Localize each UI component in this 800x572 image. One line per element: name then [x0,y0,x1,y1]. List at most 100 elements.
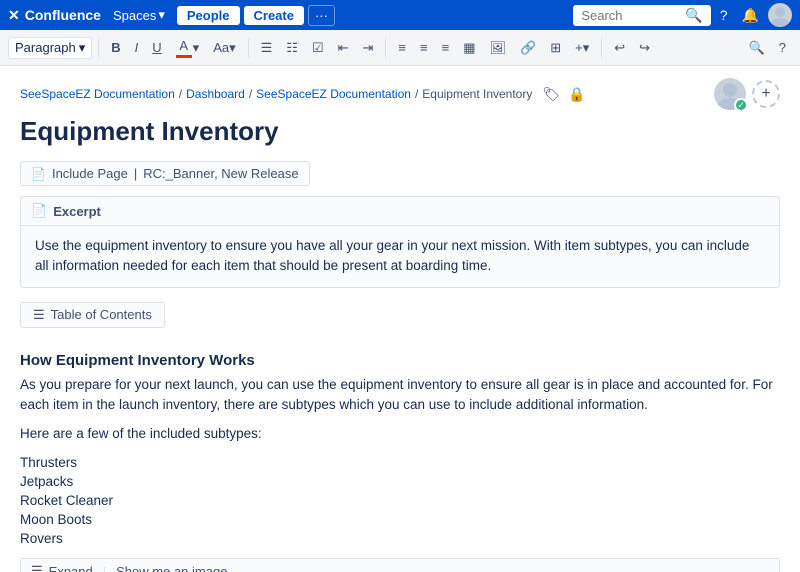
breadcrumb: SeeSpaceEZ Documentation / Dashboard / S… [0,66,800,116]
help-icon: ? [720,7,728,23]
notifications-button[interactable]: 🔔 [737,5,764,26]
expand-separator: | [103,564,106,572]
find-icon: 🔍 [749,40,765,56]
expand-label: Expand [49,564,93,572]
underline-icon: U [152,40,161,55]
align-right-icon: ≡ [442,40,450,55]
paragraph-chevron-icon: ▾ [79,40,86,56]
paragraph-label: Paragraph [15,40,76,55]
redo-button[interactable]: ↪ [633,36,656,60]
help-toolbar-icon: ? [779,40,786,55]
image-icon: 🖼 [489,40,506,56]
outdent-icon: ⇤ [338,40,349,56]
checklist-button[interactable]: ☑ [306,36,330,60]
insert-icon: + [575,40,583,55]
add-watcher-button[interactable]: + [752,80,780,108]
toc-icon: ☰ [33,307,45,323]
create-label: Create [254,8,294,23]
link-icon: 🔗 [520,40,536,56]
subtypes-list: ThrustersJetpacksRocket CleanerMoon Boot… [20,453,780,548]
spaces-menu[interactable]: Spaces ▾ [105,5,173,25]
outdent-button[interactable]: ⇤ [332,36,355,60]
indent-button[interactable]: ⇥ [357,36,380,60]
breadcrumb-item-2[interactable]: Dashboard [186,87,245,101]
include-page-icon: 📄 [31,167,46,181]
color-chevron-icon: ▾ [193,40,200,56]
format-button[interactable]: Aa ▾ [207,36,241,60]
format-chevron-icon: ▾ [229,40,236,56]
lock-icon[interactable]: 🔒 [568,86,585,103]
excerpt-icon: 📄 [31,203,47,219]
content-para-2: Here are a few of the included subtypes: [20,424,780,445]
editor-avatar-wrap: ✓ [714,78,746,110]
underline-button[interactable]: U [146,36,167,59]
find-button[interactable]: 🔍 [743,36,771,60]
tag-icon[interactable]: 🏷 [542,86,560,103]
list-item: Jetpacks [20,472,780,491]
bold-icon: B [111,40,120,55]
section-heading: How Equipment Inventory Works [20,352,780,369]
undo-button[interactable]: ↩ [608,36,631,60]
create-button[interactable]: Create [244,6,304,25]
bold-button[interactable]: B [105,36,126,59]
excerpt-label: Excerpt [53,204,101,219]
list-item: Moon Boots [20,510,780,529]
confluence-logo[interactable]: ✕ Confluence [8,7,101,24]
insert-button[interactable]: + ▾ [569,36,595,60]
italic-icon: I [135,40,139,55]
text-color-button[interactable]: A ▾ [170,34,206,62]
avatar-badge: ✓ [734,98,748,112]
excerpt-text: Use the equipment inventory to ensure yo… [35,238,749,273]
x-icon: ✕ [8,7,20,24]
table-of-contents-block: ☰ Table of Contents [20,302,165,328]
excerpt-body: Use the equipment inventory to ensure yo… [21,226,779,287]
align-right-button[interactable]: ≡ [436,36,456,59]
toolbar-separator-4 [601,38,602,58]
more-icon: ··· [315,8,328,23]
page-title: Equipment Inventory [20,116,780,147]
undo-icon: ↩ [614,40,625,56]
bullet-list-button[interactable]: ☰ [255,36,279,60]
include-page-label: Include Page [52,166,128,181]
table-icon: ▦ [463,40,475,56]
indent-icon: ⇥ [363,40,374,56]
breadcrumb-item-1[interactable]: SeeSpaceEZ Documentation [20,87,175,101]
breadcrumb-sep-1: / [179,87,182,101]
editor-toolbar: Paragraph ▾ B I U A ▾ Aa ▾ ☰ ☷ ☑ ⇤ ⇥ ≡ ≡… [0,30,800,66]
toc-label: Table of Contents [51,307,152,322]
help-button[interactable]: ? [715,5,733,25]
numbered-list-icon: ☷ [286,40,298,56]
link-button[interactable]: 🔗 [514,36,542,60]
logo-text: Confluence [25,7,101,23]
more-nav-menu[interactable]: ··· [308,5,335,26]
include-page-value: RC:_Banner, New Release [143,166,298,181]
checklist-icon: ☑ [312,40,324,56]
breadcrumb-sep-3: / [415,87,418,101]
paragraph-style-dropdown[interactable]: Paragraph ▾ [8,37,92,59]
breadcrumb-item-4: Equipment Inventory [422,87,532,101]
breadcrumb-item-3[interactable]: SeeSpaceEZ Documentation [256,87,411,101]
user-avatar[interactable] [768,3,792,27]
people-label: People [187,8,230,23]
toolbar-separator-1 [98,38,99,58]
excerpt-header: 📄 Excerpt [21,197,779,226]
table-button[interactable]: ▦ [457,36,481,60]
italic-button[interactable]: I [129,36,145,59]
table2-icon: ⊞ [550,40,561,56]
search-icon: 🔍 [685,7,702,24]
people-nav-item[interactable]: People [177,6,240,25]
toolbar-separator-3 [385,38,386,58]
image-button[interactable]: 🖼 [483,36,512,60]
search-input[interactable] [581,8,681,23]
align-left-button[interactable]: ≡ [392,36,412,59]
numbered-list-button[interactable]: ☷ [280,36,304,60]
page-actions: ✓ + [714,78,780,110]
bell-icon: 🔔 [742,7,759,23]
help-toolbar-button[interactable]: ? [773,36,792,59]
format-icon: Aa [213,40,229,55]
align-center-button[interactable]: ≡ [414,36,434,59]
top-navigation: ✕ Confluence Spaces ▾ People Create ··· … [0,0,800,30]
search-box[interactable]: 🔍 [573,5,710,26]
list-item: Thrusters [20,453,780,472]
table2-button[interactable]: ⊞ [544,36,567,60]
